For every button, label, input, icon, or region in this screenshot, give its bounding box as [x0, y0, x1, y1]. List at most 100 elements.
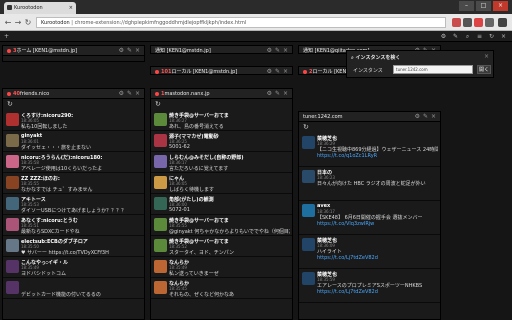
avatar[interactable]	[154, 134, 167, 147]
menu-icon[interactable]	[498, 18, 507, 27]
avatar[interactable]	[302, 136, 315, 149]
post-link[interactable]	[317, 187, 438, 194]
avatar[interactable]	[154, 218, 167, 231]
forward-icon[interactable]: →	[13, 18, 23, 27]
post-text: ダイッセェ・・・旅を止まない	[21, 145, 92, 151]
post-item[interactable]: 焼き手袋@サーバーおてま 18:35:52 スタータイ、ヨド、チンパン	[151, 236, 292, 257]
post-text: アベレージ使用は10くらいだったよ	[21, 166, 103, 172]
post-link[interactable]: https://t.co/Vlq3zwIRjw	[317, 221, 438, 228]
avatar[interactable]	[6, 113, 19, 126]
avatar[interactable]	[154, 281, 167, 294]
post-item[interactable]: なんらか 18:35:45 それもの、ぜくなど何かなあ	[151, 278, 292, 299]
refresh-icon[interactable]: ↻	[303, 123, 311, 132]
post-item[interactable]: 菜穂芝也18:36:29【ニコ生視聴中869分経過】ウェザーニュース 24時間天…	[299, 133, 440, 167]
avatar[interactable]	[154, 155, 167, 168]
close-icon[interactable]: ×	[135, 46, 140, 55]
avatar[interactable]	[154, 176, 167, 189]
extension-icon[interactable]	[485, 18, 494, 27]
edit-icon[interactable]: ✎	[423, 112, 428, 121]
settings-icon[interactable]: ⚙	[267, 89, 272, 98]
add-column-icon[interactable]: +	[3, 33, 10, 40]
settings-icon[interactable]: ⚙	[267, 46, 272, 53]
close-icon[interactable]: ×	[484, 53, 489, 60]
avatar[interactable]	[154, 113, 167, 126]
post-item[interactable]: にゃん 18:36:05 しばらく待機します	[151, 173, 292, 194]
edit-icon[interactable]: ✎	[275, 67, 280, 74]
unread-count: 40	[13, 91, 20, 97]
post-item[interactable]: nicoru:ろうらん(だ):nicoru180: 18:35:58 アベレージ使用…	[3, 152, 144, 173]
edit-icon[interactable]: ✎	[275, 89, 280, 98]
post-item[interactable]: 日本の 18:36:23 日々んが向けた HBC ラジオの周波と蛇足が外い	[299, 167, 440, 201]
avatar[interactable]	[6, 260, 19, 273]
maximize-button[interactable]: □	[476, 1, 491, 11]
settings-icon[interactable]: ⚙	[267, 67, 272, 74]
post-item[interactable]: 焼き手袋@サーバーおてま 18:35:55 @ginyakt 何ちゃかなからよりもい…	[151, 215, 292, 236]
post-item[interactable]: electsub:ECBのダブ子ロア 18:35:50 ♥ サバーー https:/…	[3, 236, 144, 257]
post-item[interactable]: デビットカード機能の付いてるるの	[3, 278, 144, 299]
close-icon[interactable]: ×	[135, 89, 140, 98]
avatar[interactable]	[154, 239, 167, 252]
edit-icon[interactable]: ✎	[127, 89, 132, 98]
post-item[interactable]: 菜穂芝也 18:36:09 ハイライト https://t.co/Lj7tdZeV82…	[299, 235, 440, 269]
window-close-button[interactable]: ×	[493, 1, 508, 11]
close-icon[interactable]: ×	[431, 112, 436, 121]
settings-icon[interactable]: ⚙	[119, 46, 124, 55]
avatar[interactable]	[302, 204, 315, 217]
post-item[interactable]: くろすけ:nicoru290: 18:36:05 私も10回転しました	[3, 110, 144, 131]
reload-icon[interactable]: ↻	[23, 18, 33, 27]
avatar[interactable]	[302, 272, 315, 285]
extension-icon[interactable]	[452, 18, 461, 27]
avatar[interactable]	[6, 176, 19, 189]
refresh-icon[interactable]: ↻	[155, 100, 163, 109]
post-item[interactable]: avex 18:36:17 【SKE48】 6月6日開催の握手会 選抜メンバー htt…	[299, 201, 440, 235]
minimize-button[interactable]: –	[459, 1, 474, 11]
browser-tab[interactable]: Kurootodon ×	[4, 2, 76, 14]
post-item[interactable]: 角部(がたし)の観測 18:36:00 5072-01	[151, 194, 292, 215]
search-icon[interactable]: ⌕	[464, 33, 471, 40]
close-icon[interactable]: ×	[500, 33, 507, 40]
extension-icon[interactable]	[463, 18, 472, 27]
post-item[interactable]: 焼き手袋@サーバーおてま 18:36:27 あれ、島の番号消えてる	[151, 110, 292, 131]
post-item[interactable]: あなくす:nicoru:とうむ 18:35:51 最新ならSDXCカードやね	[3, 215, 144, 236]
tab-close-icon[interactable]: ×	[69, 5, 73, 11]
post-link[interactable]: https://t.co/q1oZc1LRyR	[317, 153, 438, 160]
settings-icon[interactable]: ⚙	[440, 33, 447, 40]
settings-icon[interactable]: ⚙	[119, 89, 124, 98]
post-link[interactable]: https://t.co/Lj7tdZeV82d	[317, 255, 438, 262]
avatar[interactable]	[302, 170, 315, 183]
close-icon[interactable]: ×	[283, 46, 288, 53]
close-icon[interactable]: ×	[283, 67, 288, 74]
post-link[interactable]: https://t.co/Lj7tdZeV82d	[317, 289, 438, 296]
instance-input[interactable]: tuner.1242.com	[393, 65, 473, 74]
avatar[interactable]	[6, 197, 19, 210]
post-text: 日々んが向けた HBC ラジオの周波と蛇足が外い	[317, 181, 426, 187]
avatar[interactable]	[6, 239, 19, 252]
refresh-icon[interactable]: ↻	[7, 100, 15, 109]
close-icon[interactable]: ×	[283, 89, 288, 98]
back-icon[interactable]: ←	[3, 18, 13, 27]
post-item[interactable]: ginyakt 18:36:01 ダイッセェ・・・旅を止まない	[3, 131, 144, 152]
post-item[interactable]: なんらか 18:35:49 私ン送っていきまーぜ	[151, 257, 292, 278]
avatar[interactable]	[6, 281, 19, 294]
edit-icon[interactable]: ✎	[452, 33, 459, 40]
edit-icon[interactable]: ✎	[127, 46, 132, 55]
gmail-icon[interactable]	[474, 18, 483, 27]
avatar[interactable]	[154, 260, 167, 273]
address-bar[interactable]: Kurootodon | chrome-extension://dghpiepk…	[36, 17, 446, 28]
refresh-icon[interactable]: ↻	[488, 33, 495, 40]
avatar[interactable]	[6, 134, 19, 147]
avatar[interactable]	[302, 238, 315, 251]
post-item[interactable]: こんなやっ:イギ・ル 18:35:49 ヨドバシドットコム	[3, 257, 144, 278]
avatar[interactable]	[6, 218, 19, 231]
edit-icon[interactable]: ✎	[275, 46, 280, 53]
avatar[interactable]	[6, 155, 19, 168]
post-item[interactable]: アキトース 18:35:53 ダイソーUSBにつけてあげましょうか？？？？	[3, 194, 144, 215]
post-item[interactable]: ZZ ZZZ:ほのお: 18:35:55 なかなすでは チュ゛すみません	[3, 173, 144, 194]
open-instance-button[interactable]: 開く	[477, 65, 491, 74]
post-item[interactable]: 菜穂芝也 18:35:59 エアレースのプロプレミアSスポーツーNHKBS https…	[299, 269, 440, 303]
post-item[interactable]: 源子(ママカゼ)電動砂 18:36:25 5001-62	[151, 131, 292, 152]
post-item[interactable]: しらむん@みそだし(自称の野郎) 18:36:17 言ただろいるに覚えてます	[151, 152, 292, 173]
avatar[interactable]	[154, 197, 167, 210]
list-icon[interactable]: ≡	[476, 33, 483, 40]
settings-icon[interactable]: ⚙	[415, 112, 420, 121]
